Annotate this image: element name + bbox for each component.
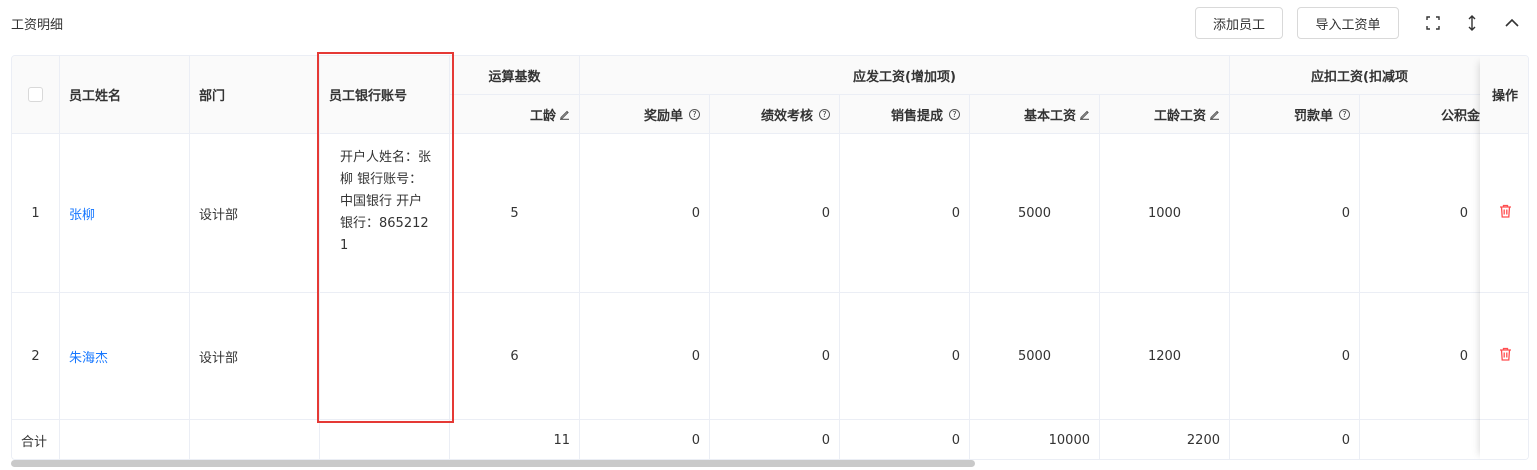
seniority-pay-cell: 1000 — [1100, 134, 1230, 293]
housing-fund-cell: 0 — [1360, 293, 1490, 420]
penalty-cell: 0 — [1230, 134, 1360, 293]
action-cell — [1480, 293, 1528, 420]
help-icon[interactable]: ? — [689, 108, 700, 120]
base-salary-cell: 5000 — [970, 134, 1100, 293]
base-salary-cell: 5000 — [970, 293, 1100, 420]
delete-icon[interactable] — [1499, 347, 1512, 365]
header-base-group: 运算基数 — [450, 56, 580, 95]
header-base-salary[interactable]: 基本工资 — [970, 95, 1100, 134]
header-bonus-label: 奖励单 — [643, 108, 683, 124]
edit-icon[interactable] — [559, 109, 570, 120]
header-penalty-label: 罚款单 — [1293, 108, 1333, 124]
employee-name-link[interactable]: 朱海杰 — [69, 347, 108, 366]
performance-cell: 0 — [710, 134, 840, 293]
seniority-cell: 6 — [450, 293, 580, 420]
header-bank-account: 员工银行账号 — [320, 56, 450, 134]
header-performance-label: 绩效考核 — [760, 108, 813, 124]
header-seniority[interactable]: 工龄 — [450, 95, 580, 134]
header-deduct-group: 应扣工资(扣减项 — [1230, 56, 1490, 95]
totals-bonus: 0 — [580, 420, 710, 459]
delete-icon[interactable] — [1499, 204, 1512, 222]
action-cell — [1480, 134, 1528, 293]
housing-fund-cell: 0 — [1360, 134, 1490, 293]
employee-name-cell: 张柳 — [60, 134, 190, 293]
totals-empty — [1360, 420, 1490, 459]
bonus-cell: 0 — [580, 134, 710, 293]
totals-label: 合计 — [12, 420, 60, 459]
header-gross-group: 应发工资(增加项) — [580, 56, 1230, 95]
row-index: 1 — [12, 134, 60, 293]
row-height-icon[interactable] — [1462, 13, 1482, 33]
employee-name-cell: 朱海杰 — [60, 293, 190, 420]
collapse-up-icon[interactable] — [1502, 13, 1522, 33]
header-name: 员工姓名 — [60, 56, 190, 134]
performance-cell: 0 — [710, 293, 840, 420]
sales-commission-cell: 0 — [840, 134, 970, 293]
sales-commission-cell: 0 — [840, 293, 970, 420]
import-payroll-button[interactable]: 导入工资单 — [1297, 7, 1399, 39]
edit-icon[interactable] — [1079, 109, 1090, 120]
select-all-checkbox[interactable] — [28, 87, 43, 102]
row-index: 2 — [12, 293, 60, 420]
header-housing-fund: 公积金 — [1360, 95, 1490, 134]
header-seniority-pay[interactable]: 工龄工资 — [1100, 95, 1230, 134]
totals-empty — [1480, 420, 1528, 459]
header-sales-commission: 销售提成 ? — [840, 95, 970, 134]
header-base-salary-label: 基本工资 — [1023, 108, 1076, 124]
bank-account-text: 开户人姓名：张柳 银行账号：中国银行 开户银行：8652121 — [340, 150, 432, 253]
bonus-cell: 0 — [580, 293, 710, 420]
dept-cell: 设计部 — [190, 293, 320, 420]
add-employee-button[interactable]: 添加员工 — [1195, 7, 1283, 39]
toolbar: 工资明细 添加员工 导入工资单 — [0, 0, 1537, 46]
header-sales-commission-label: 销售提成 — [890, 108, 943, 124]
dept-cell: 设计部 — [190, 134, 320, 293]
fullscreen-icon[interactable] — [1423, 13, 1443, 33]
totals-empty — [190, 420, 320, 459]
totals-seniority: 11 — [450, 420, 580, 459]
totals-sales-commission: 0 — [840, 420, 970, 459]
seniority-pay-cell: 1200 — [1100, 293, 1230, 420]
totals-performance: 0 — [710, 420, 840, 459]
header-penalty: 罚款单 ? — [1230, 95, 1360, 134]
header-dept: 部门 — [190, 56, 320, 134]
penalty-cell: 0 — [1230, 293, 1360, 420]
totals-seniority-pay: 2200 — [1100, 420, 1230, 459]
totals-empty — [320, 420, 450, 459]
payroll-table: 员工姓名 部门 员工银行账号 运算基数 应发工资(增加项) 应扣工资(扣减项 工… — [11, 55, 1529, 460]
page-title: 工资明细 — [11, 18, 64, 33]
header-performance: 绩效考核 ? — [710, 95, 840, 134]
select-all-cell — [12, 56, 60, 134]
totals-penalty: 0 — [1230, 420, 1360, 459]
seniority-cell: 5 — [450, 134, 580, 293]
header-action: 操作 — [1480, 56, 1528, 134]
header-seniority-label: 工龄 — [529, 108, 556, 124]
totals-empty — [60, 420, 190, 459]
bank-account-cell — [320, 293, 450, 420]
employee-name-link[interactable]: 张柳 — [69, 204, 95, 223]
help-icon[interactable]: ? — [819, 108, 830, 120]
header-bonus: 奖励单 ? — [580, 95, 710, 134]
header-seniority-pay-label: 工龄工资 — [1153, 108, 1206, 124]
action-column: 操作 — [1480, 56, 1528, 459]
edit-icon[interactable] — [1209, 109, 1220, 120]
totals-base-salary: 10000 — [970, 420, 1100, 459]
help-icon[interactable]: ? — [1339, 108, 1350, 120]
help-icon[interactable]: ? — [949, 108, 960, 120]
horizontal-scrollbar[interactable] — [11, 460, 975, 467]
